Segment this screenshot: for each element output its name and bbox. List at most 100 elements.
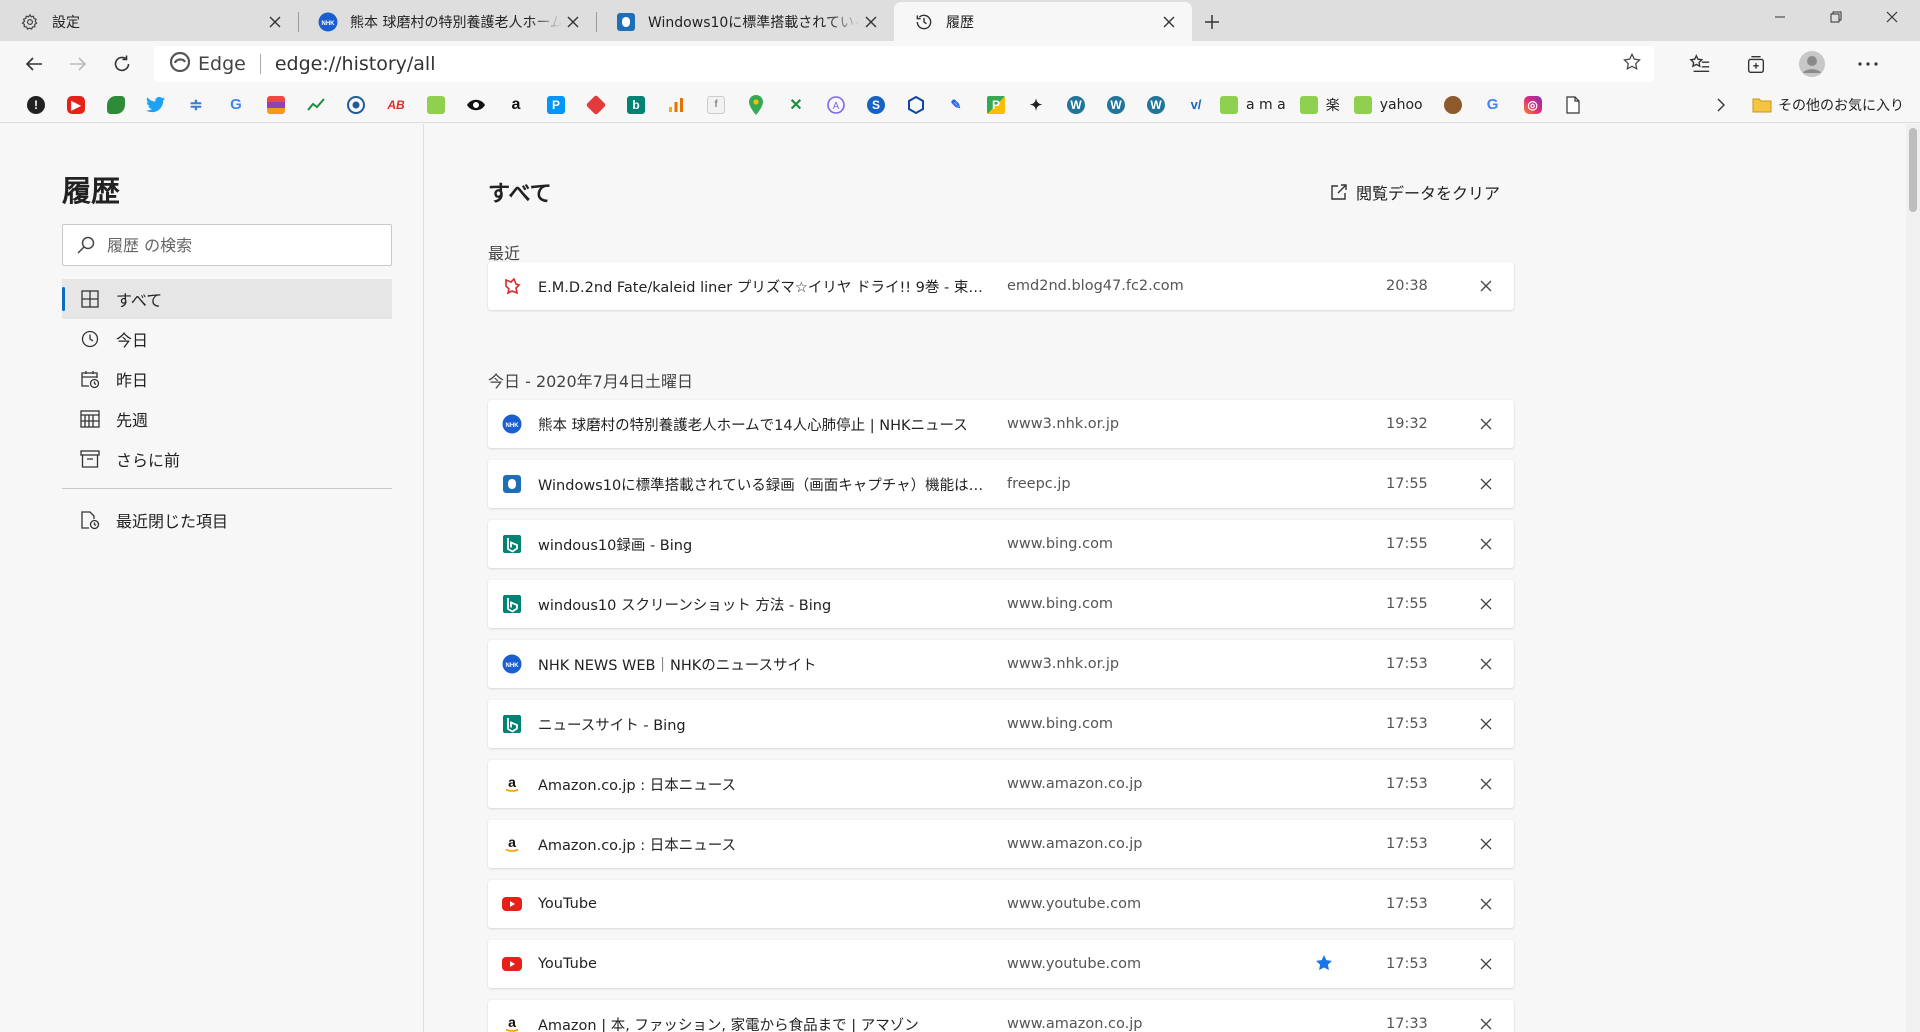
history-domain: www.youtube.com bbox=[1007, 956, 1142, 972]
delete-entry-button[interactable] bbox=[1474, 892, 1498, 916]
fav-instagram-icon[interactable]: ◎ bbox=[1513, 91, 1553, 119]
fav-frog-icon[interactable] bbox=[416, 91, 456, 119]
search-input[interactable] bbox=[107, 235, 367, 255]
delete-entry-button[interactable] bbox=[1474, 412, 1498, 436]
fav-books-icon[interactable] bbox=[256, 91, 296, 119]
delete-entry-button[interactable] bbox=[1474, 652, 1498, 676]
close-icon[interactable] bbox=[562, 11, 584, 33]
fav-amazon-icon[interactable]: a bbox=[496, 91, 536, 119]
history-row[interactable]: NHK NHK NEWS WEB｜NHKのニュースサイト www3.nhk.or.j… bbox=[488, 640, 1514, 688]
fav-vk-icon[interactable]: v/ bbox=[1176, 91, 1216, 119]
fav-raku[interactable]: 楽 bbox=[1296, 91, 1350, 119]
history-row[interactable]: a Amazon.co.jp : 日本ニュース www.amazon.co.jp 17… bbox=[488, 760, 1514, 808]
fav-bing-icon[interactable]: b bbox=[616, 91, 656, 119]
restore-button[interactable] bbox=[1808, 0, 1864, 34]
sidebar-item-older[interactable]: さらに前 bbox=[62, 439, 392, 479]
fav-twitter-icon[interactable] bbox=[136, 91, 176, 119]
clear-browsing-data-button[interactable]: 閲覧データをクリア bbox=[1330, 180, 1500, 204]
tab-settings[interactable]: 設定 bbox=[0, 2, 298, 41]
delete-entry-button[interactable] bbox=[1474, 832, 1498, 856]
history-row[interactable]: Windows10に標準搭載されている録画（画面キャプチャ）機能は優秀だ... f… bbox=[488, 460, 1514, 508]
history-row[interactable]: NHK 熊本 球磨村の特別養護老人ホームで14人心肺停止 | NHKニュース www… bbox=[488, 400, 1514, 448]
back-button[interactable] bbox=[12, 46, 56, 82]
close-icon[interactable] bbox=[1158, 11, 1180, 33]
fav-wordpress-icon[interactable]: W bbox=[1096, 91, 1136, 119]
history-row[interactable]: ニュースサイト - Bing www.bing.com 17:53 bbox=[488, 700, 1514, 748]
tab-freepc[interactable]: Windows10に標準搭載されている録画 bbox=[596, 2, 894, 41]
more-button[interactable] bbox=[1840, 46, 1896, 82]
fav-avatar-icon[interactable] bbox=[1433, 91, 1473, 119]
chevron-right-icon[interactable] bbox=[1706, 91, 1736, 119]
delete-entry-button[interactable] bbox=[1474, 1012, 1498, 1032]
history-row[interactable]: E.M.D.2nd Fate/kaleid liner プリズマ☆イリヤ ドライ… bbox=[488, 262, 1514, 310]
tab-nhk[interactable]: NHK 熊本 球磨村の特別養護老人ホームで14人心肺停止 bbox=[298, 2, 596, 41]
fav-yahoo[interactable]: yahoo bbox=[1350, 91, 1433, 119]
fav-document-icon[interactable]: f bbox=[696, 91, 736, 119]
history-row[interactable]: YouTube www.youtube.com 17:53 bbox=[488, 880, 1514, 928]
sidebar-item-last-week[interactable]: 先週 bbox=[62, 399, 392, 439]
delete-entry-button[interactable] bbox=[1474, 472, 1498, 496]
fav-google-icon[interactable]: G bbox=[1473, 91, 1513, 119]
forward-button[interactable] bbox=[56, 46, 100, 82]
fav-dinosaur-icon[interactable] bbox=[96, 91, 136, 119]
delete-entry-button[interactable] bbox=[1474, 772, 1498, 796]
new-tab-button[interactable] bbox=[1192, 2, 1232, 41]
fav-crossroad-icon[interactable]: ≑ bbox=[176, 91, 216, 119]
history-row[interactable]: a Amazon.co.jp : 日本ニュース www.amazon.co.jp 17… bbox=[488, 820, 1514, 868]
tab-history[interactable]: 履歴 bbox=[894, 2, 1192, 41]
delete-entry-button[interactable] bbox=[1474, 592, 1498, 616]
fav-diamond-icon[interactable]: ✦ bbox=[1016, 91, 1056, 119]
star-outline-icon[interactable] bbox=[1622, 52, 1642, 76]
close-window-button[interactable] bbox=[1864, 0, 1920, 34]
fav-cross-icon[interactable]: ✕ bbox=[776, 91, 816, 119]
sidebar-item-recently-closed[interactable]: 最近閉じた項目 bbox=[62, 500, 392, 540]
fav-eye-icon[interactable] bbox=[456, 91, 496, 119]
fav-wordpress-icon[interactable]: W bbox=[1136, 91, 1176, 119]
history-row[interactable]: windous10録画 - Bing www.bing.com 17:55 bbox=[488, 520, 1514, 568]
fav-target-icon[interactable] bbox=[336, 91, 376, 119]
fav-s-icon[interactable]: S bbox=[856, 91, 896, 119]
sidebar-item-all[interactable]: すべて bbox=[62, 279, 392, 319]
scrollbar[interactable] bbox=[1906, 124, 1920, 1032]
fav-ama[interactable]: a m a bbox=[1216, 91, 1296, 119]
fav-1password-icon[interactable]: ! bbox=[16, 91, 56, 119]
sidebar-item-yesterday[interactable]: 昨日 bbox=[62, 359, 392, 399]
profile-button[interactable] bbox=[1784, 46, 1840, 82]
close-icon bbox=[1480, 418, 1492, 430]
search-box[interactable] bbox=[62, 224, 392, 266]
fav-p-icon[interactable]: P bbox=[976, 91, 1016, 119]
fav-pixiv-icon[interactable]: P bbox=[536, 91, 576, 119]
fav-pen-icon[interactable]: ✎ bbox=[936, 91, 976, 119]
collections-button[interactable] bbox=[1728, 46, 1784, 82]
fav-circle-a-icon[interactable]: A bbox=[816, 91, 856, 119]
other-favorites-folder[interactable]: その他のお気に入り bbox=[1752, 91, 1904, 119]
fav-hexagon-icon[interactable] bbox=[896, 91, 936, 119]
fav-wordpress-icon[interactable]: W bbox=[1056, 91, 1096, 119]
fav-chart-icon[interactable] bbox=[296, 91, 336, 119]
history-domain: www.amazon.co.jp bbox=[1007, 1016, 1143, 1032]
delete-entry-button[interactable] bbox=[1474, 532, 1498, 556]
fav-maps-icon[interactable] bbox=[736, 91, 776, 119]
minimize-button[interactable] bbox=[1752, 0, 1808, 34]
favorites-button[interactable] bbox=[1672, 46, 1728, 82]
delete-entry-button[interactable] bbox=[1474, 274, 1498, 298]
address-bar[interactable]: Edge edge://history/all bbox=[154, 46, 1654, 82]
close-icon[interactable] bbox=[860, 11, 882, 33]
fav-analytics-icon[interactable] bbox=[656, 91, 696, 119]
history-row[interactable]: YouTube www.youtube.com 17:53 bbox=[488, 940, 1514, 988]
fav-ab-icon[interactable]: AB bbox=[376, 91, 416, 119]
history-row[interactable]: a Amazon | 本, ファッション, 家電から食品まで | アマゾン www.… bbox=[488, 1000, 1514, 1032]
delete-entry-button[interactable] bbox=[1474, 712, 1498, 736]
fav-youtube-icon[interactable]: ▶ bbox=[56, 91, 96, 119]
fav-cube-icon[interactable] bbox=[576, 91, 616, 119]
fav-google-icon[interactable]: G bbox=[216, 91, 256, 119]
sidebar-item-today[interactable]: 今日 bbox=[62, 319, 392, 359]
delete-entry-button[interactable] bbox=[1474, 952, 1498, 976]
close-icon[interactable] bbox=[264, 11, 286, 33]
url-text[interactable]: edge://history/all bbox=[275, 53, 1622, 75]
history-domain: freepc.jp bbox=[1007, 476, 1071, 492]
scrollbar-thumb[interactable] bbox=[1909, 128, 1917, 212]
history-row[interactable]: windous10 スクリーンショット 方法 - Bing www.bing.co… bbox=[488, 580, 1514, 628]
refresh-button[interactable] bbox=[100, 46, 144, 82]
fav-page-icon[interactable] bbox=[1553, 91, 1593, 119]
